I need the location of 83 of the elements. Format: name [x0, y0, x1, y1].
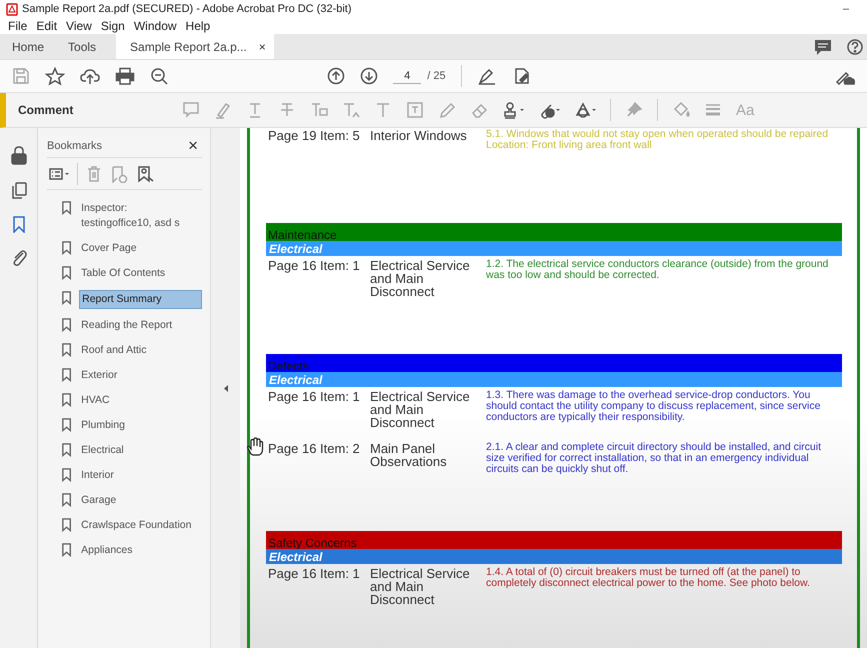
bookmark-icon[interactable]	[61, 265, 72, 280]
bookmark-person-icon[interactable]	[136, 164, 154, 182]
bookmark-item[interactable]: Roof and Attic	[79, 342, 202, 359]
bookmark-item[interactable]: Cover Page	[79, 240, 202, 257]
finding-text: 1.4. A total of (0) circuit breakers must be turned off (at the panel) to completely disconnect electrical power to the home. See photo below.	[486, 567, 811, 591]
star-icon[interactable]	[45, 66, 65, 86]
bookmark-icon[interactable]	[61, 492, 72, 507]
bookmark-item[interactable]: Table Of Contents	[79, 265, 202, 282]
page-number-field[interactable]: 4	[393, 68, 422, 84]
bookmark-icon[interactable]	[61, 290, 72, 305]
pen-sign-icon[interactable]	[476, 67, 497, 85]
item-location: Page 16 Item: 2	[267, 442, 361, 458]
stamp-icon[interactable]	[502, 101, 524, 119]
lock-icon[interactable]	[10, 146, 28, 165]
options-menu-icon[interactable]	[49, 166, 69, 182]
pages-icon[interactable]	[10, 181, 28, 199]
bookmark-icon[interactable]	[61, 517, 72, 532]
collapse-arrow-icon[interactable]	[222, 384, 228, 392]
bookmark-icon[interactable]	[61, 417, 72, 432]
menu-item[interactable]: File	[8, 19, 28, 33]
bookmark-icon[interactable]	[61, 200, 72, 215]
cloud-upload-icon[interactable]	[80, 67, 100, 85]
tab[interactable]: Home	[0, 34, 56, 59]
bookmark-icon[interactable]	[61, 240, 72, 255]
page-count: / 25	[427, 70, 446, 82]
bookmark-item[interactable]: Exterior	[79, 367, 202, 384]
bookmark-icon[interactable]	[61, 367, 72, 382]
tab[interactable]: Tools	[56, 34, 108, 59]
zoom-out-icon[interactable]	[150, 67, 168, 85]
bookmark-item[interactable]: Inspector: testingoffice10, asd s	[79, 200, 202, 232]
item-location: Page 16 Item: 1	[267, 567, 361, 583]
bookmark-item[interactable]: Electrical	[79, 442, 202, 459]
bookmark-icon[interactable]	[61, 392, 72, 407]
bookmark-item[interactable]: Garage	[79, 492, 202, 509]
help-icon[interactable]	[847, 38, 863, 54]
finding-text: 5.1. Windows that would not stay open when operated should be repaired Location: Front living area front wall	[486, 129, 830, 151]
toolbar-title: Comment	[18, 103, 74, 117]
component-name: Main Panel Observations	[370, 442, 448, 471]
close-icon[interactable]: ×	[258, 40, 266, 54]
item-location: Page 16 Item: 1	[267, 259, 361, 275]
bookmark-item[interactable]: Interior	[79, 467, 202, 484]
bookmark-item[interactable]: HVAC	[79, 392, 202, 409]
section-header: Maintenance	[266, 223, 842, 241]
bookmark-item[interactable]: Report Summary	[79, 290, 202, 309]
next-page-icon[interactable]	[360, 67, 378, 85]
bookmark-item[interactable]: Appliances	[79, 542, 202, 559]
component-name: Interior Windows	[370, 129, 468, 145]
panel-title: Bookmarks	[47, 140, 102, 152]
window-title: Sample Report 2a.pdf (SECURED) - Adobe Acrobat Pro DC (32-bit)	[22, 3, 352, 15]
item-location: Page 19 Item: 5	[267, 129, 361, 145]
category-header: Electrical	[266, 241, 842, 256]
menu-item[interactable]: Help	[186, 19, 210, 33]
section-header: Safety Concerns	[266, 531, 842, 549]
component-name: Electrical Service and Main Disconnect	[370, 390, 471, 429]
menu-item[interactable]: Window	[134, 19, 177, 33]
component-name: Electrical Service and Main Disconnect	[370, 567, 471, 606]
menu-item[interactable]: View	[66, 19, 92, 33]
menu-item[interactable]: Sign	[100, 19, 125, 33]
component-name: Electrical Service and Main Disconnect	[370, 259, 471, 298]
menu-item[interactable]: Edit	[36, 19, 58, 33]
finding-text: 1.3. There was damage to the overhead service-drop conductors. You should contact the utility company to discuss replacement, since service conductors are typically their responsibility.	[486, 390, 822, 425]
finding-text: 1.2. The electrical service conductors clearance (outside) from the ground was too low and should be corrected.	[486, 259, 830, 283]
chat-icon[interactable]	[813, 38, 833, 56]
category-header: Electrical	[266, 549, 842, 564]
bookmark-icon[interactable]	[61, 467, 72, 482]
pdf-file-icon	[6, 2, 18, 16]
bookmark-icon[interactable]	[61, 542, 72, 557]
bookmark-item[interactable]: Plumbing	[79, 417, 202, 434]
tab[interactable]: Sample Report 2a.p... ×	[116, 34, 274, 59]
bookmark-icon[interactable]	[61, 342, 72, 357]
section-header: Defects	[266, 354, 842, 372]
minimize-button[interactable]: –	[830, 3, 861, 15]
bookmark-item[interactable]: Crawlspace Foundation	[79, 517, 202, 534]
shapes-icon[interactable]	[574, 101, 596, 119]
bookmark-icon[interactable]	[61, 442, 72, 457]
bookmark-item[interactable]: Reading the Report	[79, 317, 202, 334]
finding-text: 2.1. A clear and complete circuit directory should be installed, and circuit size verified for correct installation, so that in an emergency individual circuits can be quickly shut off.	[486, 442, 822, 475]
close-button[interactable]: ×	[184, 136, 202, 156]
previous-page-icon[interactable]	[327, 67, 346, 85]
printer-icon[interactable]	[115, 67, 135, 85]
bookmark-icon[interactable]	[61, 317, 72, 332]
category-header: Electrical	[266, 372, 842, 387]
item-location: Page 16 Item: 1	[267, 390, 361, 406]
